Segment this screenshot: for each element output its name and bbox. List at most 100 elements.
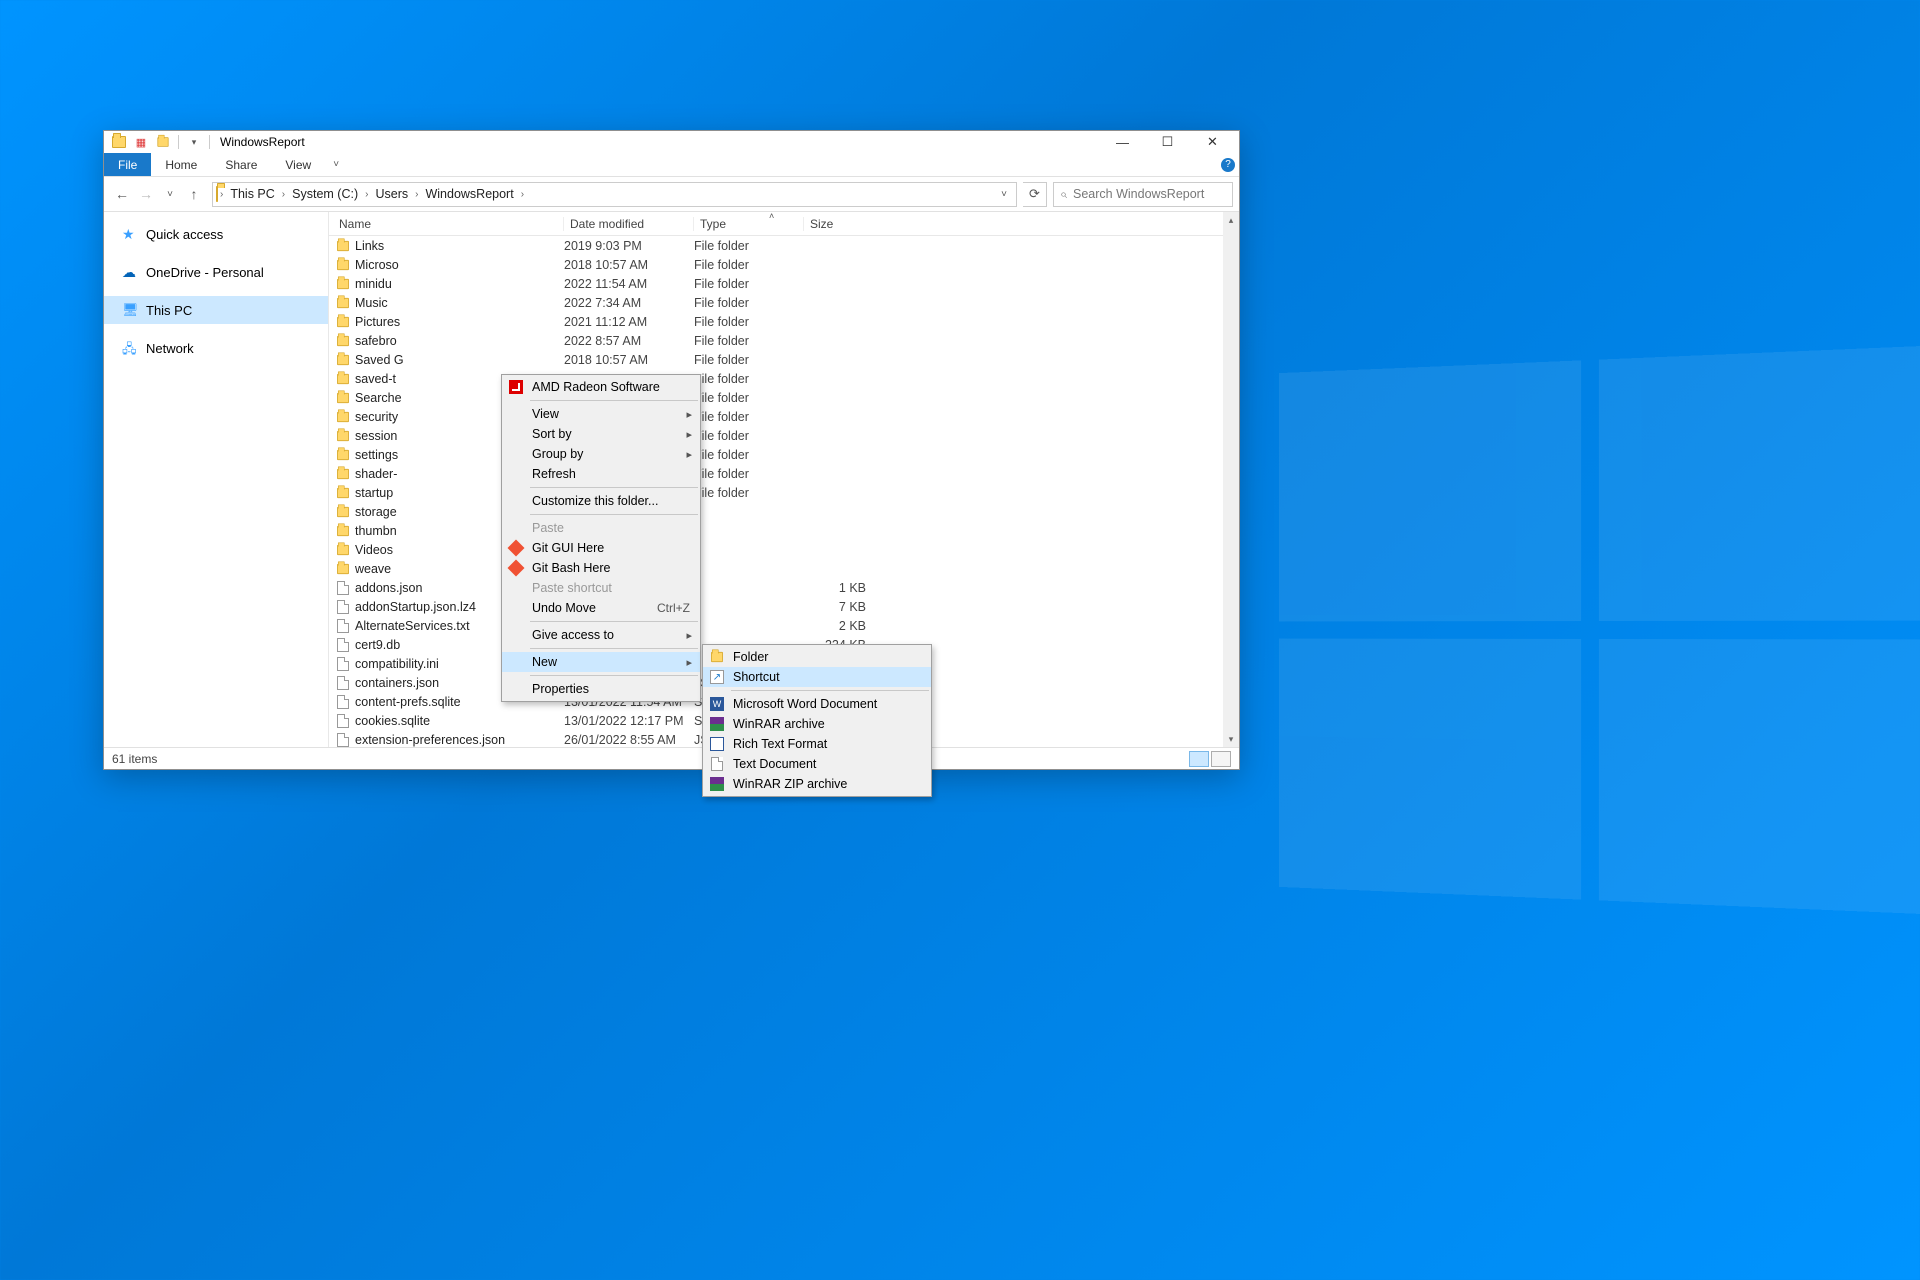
- file-name: Pictures: [355, 315, 564, 329]
- menu-item-rich-text-format[interactable]: Rich Text Format: [703, 734, 931, 754]
- table-row[interactable]: weave26/01: [329, 559, 1239, 578]
- table-row[interactable]: Music2022 7:34 AMFile folder: [329, 293, 1239, 312]
- table-row[interactable]: Videos: [329, 540, 1239, 559]
- menu-item-paste: Paste: [502, 518, 700, 538]
- file-name: minidu: [355, 277, 564, 291]
- column-type[interactable]: Type: [694, 217, 804, 231]
- table-row[interactable]: Pictures2021 11:12 AMFile folder: [329, 312, 1239, 331]
- folder-icon: [335, 409, 351, 425]
- qat-dropdown-icon[interactable]: ▾: [186, 134, 202, 150]
- file-icon: [335, 580, 351, 596]
- scroll-down-icon[interactable]: ▾: [1223, 731, 1239, 747]
- forward-button[interactable]: →: [134, 182, 158, 206]
- table-row[interactable]: Searche2021 11:11 AMFile folder: [329, 388, 1239, 407]
- column-date[interactable]: Date modified: [564, 217, 694, 231]
- table-row[interactable]: security2022 11:54 AMFile folder: [329, 407, 1239, 426]
- sidebar-item-onedrive[interactable]: ☁OneDrive - Personal: [104, 258, 328, 286]
- menu-item-git-bash-here[interactable]: Git Bash Here: [502, 558, 700, 578]
- table-row[interactable]: thumbn: [329, 521, 1239, 540]
- file-name: extension-preferences.json: [355, 733, 564, 747]
- menu-item-refresh[interactable]: Refresh: [502, 464, 700, 484]
- table-row[interactable]: addons.json13/011 KB: [329, 578, 1239, 597]
- table-row[interactable]: safebro2022 8:57 AMFile folder: [329, 331, 1239, 350]
- file-icon: [335, 637, 351, 653]
- file-name: cookies.sqlite: [355, 714, 564, 728]
- up-button[interactable]: ↑: [182, 182, 206, 206]
- table-row[interactable]: addonStartup.json.lz426/017 KB: [329, 597, 1239, 616]
- tab-view[interactable]: View: [271, 153, 325, 176]
- context-submenu-new: Folder↗ShortcutWMicrosoft Word DocumentW…: [702, 644, 932, 797]
- table-row[interactable]: Microso2018 10:57 AMFile folder: [329, 255, 1239, 274]
- table-row[interactable]: settings2022 11:54 AMFile folder: [329, 445, 1239, 464]
- tab-file[interactable]: File: [104, 153, 151, 176]
- view-details-button[interactable]: [1189, 751, 1209, 767]
- table-row[interactable]: Links2019 9:03 PMFile folder: [329, 236, 1239, 255]
- scroll-up-icon[interactable]: ▴: [1223, 212, 1239, 228]
- table-row[interactable]: storage: [329, 502, 1239, 521]
- maximize-button[interactable]: ☐: [1145, 131, 1190, 153]
- breadcrumb[interactable]: This PC: [225, 187, 279, 201]
- address-bar[interactable]: › This PC› System (C:)› Users› WindowsRe…: [212, 182, 1017, 207]
- file-date: 2018 10:57 AM: [564, 258, 694, 272]
- menu-item-amd-radeon-software[interactable]: AMD Radeon Software: [502, 377, 700, 397]
- qat-newfolder-icon[interactable]: [155, 134, 171, 150]
- view-large-button[interactable]: [1211, 751, 1231, 767]
- search-placeholder: Search WindowsReport: [1073, 187, 1204, 201]
- git-icon: [508, 560, 524, 576]
- file-type: File folder: [694, 353, 804, 367]
- sidebar-item-this-pc[interactable]: 🖥This PC: [104, 296, 328, 324]
- menu-item-give-access-to[interactable]: Give access to▸: [502, 625, 700, 645]
- search-input[interactable]: ⌕ Search WindowsReport: [1053, 182, 1233, 207]
- file-name: Music: [355, 296, 564, 310]
- vertical-scrollbar[interactable]: ▴ ▾: [1223, 212, 1239, 747]
- sidebar-item-network[interactable]: 🖧Network: [104, 334, 328, 362]
- tab-share[interactable]: Share: [211, 153, 271, 176]
- menu-item-folder[interactable]: Folder: [703, 647, 931, 667]
- recent-dropdown-icon[interactable]: ˅: [158, 182, 182, 206]
- star-icon: ★: [122, 226, 138, 242]
- saved-icon: [335, 352, 351, 368]
- qat-properties-icon[interactable]: ▦: [133, 134, 149, 150]
- sidebar-item-quick-access[interactable]: ★Quick access: [104, 220, 328, 248]
- menu-item-text-document[interactable]: Text Document: [703, 754, 931, 774]
- table-row[interactable]: saved-t2022 8:57 AMFile folder: [329, 369, 1239, 388]
- minimize-button[interactable]: —: [1100, 131, 1145, 153]
- pic-icon: [335, 314, 351, 330]
- breadcrumb[interactable]: System (C:): [287, 187, 363, 201]
- item-count: 61 items: [112, 752, 157, 766]
- title-bar[interactable]: ▦ ▾ WindowsReport — ☐ ✕: [104, 131, 1239, 153]
- menu-item-winrar-zip-archive[interactable]: WinRAR ZIP archive: [703, 774, 931, 794]
- refresh-button[interactable]: ⟳: [1023, 182, 1047, 207]
- menu-item-group-by[interactable]: Group by▸: [502, 444, 700, 464]
- menu-item-undo-move[interactable]: Undo MoveCtrl+Z: [502, 598, 700, 618]
- menu-item-view[interactable]: View▸: [502, 404, 700, 424]
- menu-item-sort-by[interactable]: Sort by▸: [502, 424, 700, 444]
- column-name[interactable]: Name: [329, 217, 564, 231]
- menu-item-customize-this-folder-[interactable]: Customize this folder...: [502, 491, 700, 511]
- menu-item-microsoft-word-document[interactable]: WMicrosoft Word Document: [703, 694, 931, 714]
- navigation-pane: ★Quick access ☁OneDrive - Personal 🖥This…: [104, 212, 329, 747]
- ribbon-expand-icon[interactable]: ˅: [325, 153, 347, 176]
- help-button[interactable]: ?: [1217, 153, 1239, 176]
- table-row[interactable]: session2022 8:57 AMFile folder: [329, 426, 1239, 445]
- back-button[interactable]: ←: [110, 182, 134, 206]
- table-row[interactable]: startup2022 8:57 AMFile folder: [329, 483, 1239, 502]
- close-button[interactable]: ✕: [1190, 131, 1235, 153]
- menu-item-new[interactable]: New▸: [502, 652, 700, 672]
- table-row[interactable]: AlternateServices.txt26/012 KB: [329, 616, 1239, 635]
- menu-item-git-gui-here[interactable]: Git GUI Here: [502, 538, 700, 558]
- tab-home[interactable]: Home: [151, 153, 211, 176]
- column-size[interactable]: Size: [804, 217, 874, 231]
- menu-item-winrar-archive[interactable]: WinRAR archive: [703, 714, 931, 734]
- table-row[interactable]: minidu2022 11:54 AMFile folder: [329, 274, 1239, 293]
- breadcrumb[interactable]: WindowsReport: [420, 187, 518, 201]
- file-date: 13/01/2022 12:17 PM: [564, 714, 694, 728]
- breadcrumb[interactable]: Users: [370, 187, 413, 201]
- menu-item-properties[interactable]: Properties: [502, 679, 700, 699]
- address-dropdown-icon[interactable]: ˅: [995, 189, 1013, 200]
- folder-icon: [111, 134, 127, 150]
- table-row[interactable]: shader-2022 8:55 AMFile folder: [329, 464, 1239, 483]
- folder-icon: [335, 428, 351, 444]
- menu-item-shortcut[interactable]: ↗Shortcut: [703, 667, 931, 687]
- table-row[interactable]: Saved G2018 10:57 AMFile folder: [329, 350, 1239, 369]
